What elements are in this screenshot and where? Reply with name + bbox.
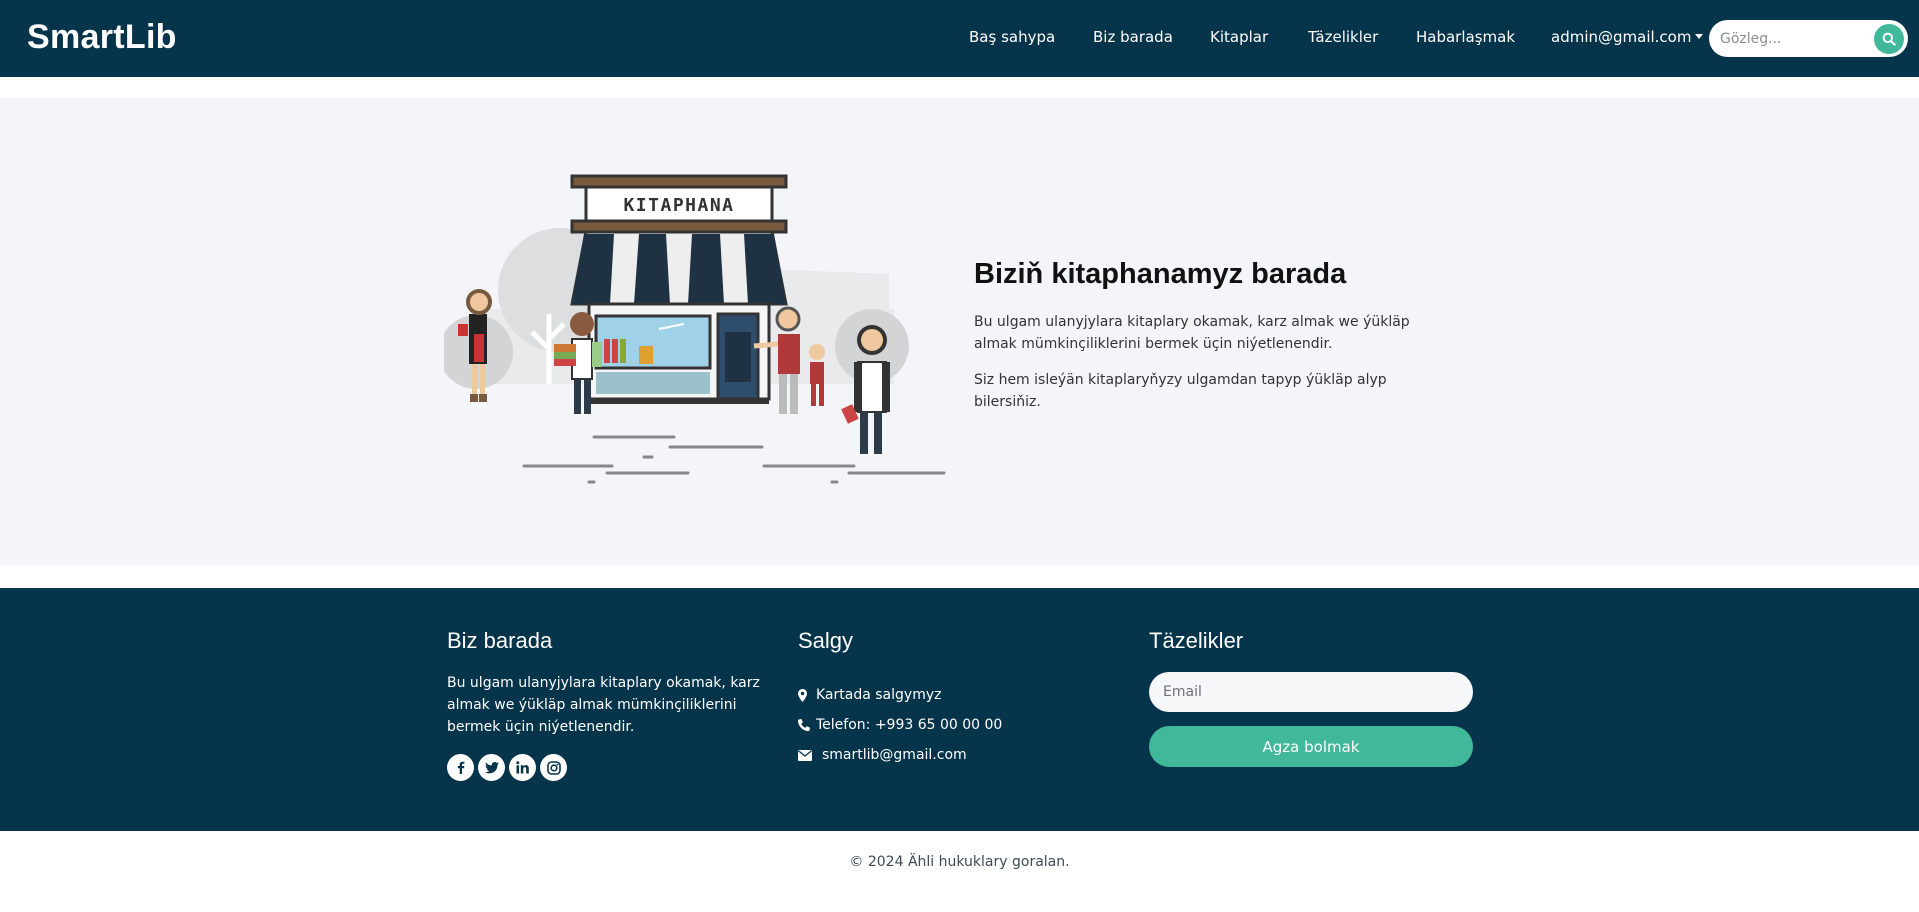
footer-contact-title: Salgy [798, 628, 854, 653]
contact-address[interactable]: Kartada salgymyz [798, 687, 941, 703]
newsletter-email-input[interactable] [1149, 672, 1473, 712]
navbar: SmartLib Baş sahypa Biz barada Kitaplar … [0, 0, 1919, 77]
contact-email-text: smartlib@gmail.com [822, 747, 967, 763]
nav-books[interactable]: Kitaplar [1210, 28, 1268, 46]
library-illustration: KITAPHANA [444, 174, 946, 484]
facebook-link[interactable] [447, 754, 474, 781]
about-title: Biziň kitaphanamyz barada [974, 258, 1347, 290]
search-icon [1882, 32, 1896, 46]
nav-contact[interactable]: Habarlaşmak [1416, 28, 1515, 46]
contact-email[interactable]: smartlib@gmail.com [798, 747, 967, 763]
map-marker-icon [798, 688, 807, 702]
copyright-text: © 2024 Ähli hukuklary goralan. [849, 854, 1070, 870]
search-button[interactable] [1874, 24, 1904, 54]
brand-logo[interactable]: SmartLib [27, 18, 177, 57]
search-input[interactable] [1709, 20, 1859, 57]
twitter-icon [484, 761, 499, 773]
about-paragraph-2: Siz hem isleýän kitaplaryňyzy ulgamdan t… [974, 372, 1387, 410]
caret-down-icon [1695, 34, 1704, 39]
search-box [1709, 20, 1908, 57]
contact-address-text: Kartada salgymyz [816, 687, 942, 703]
phone-icon [798, 719, 810, 731]
instagram-link[interactable] [540, 754, 567, 781]
footer-about-text: Bu ulgam ulanyjylara kitaplary okamak, k… [447, 675, 760, 735]
contact-phone: Telefon: +993 65 00 00 00 [798, 717, 1002, 733]
footer-news-title: Täzelikler [1149, 628, 1244, 653]
user-dropdown[interactable]: admin@gmail.com [1551, 28, 1704, 46]
envelope-icon [798, 749, 812, 761]
linkedin-link[interactable] [509, 754, 536, 781]
about-section: KITAPHANA Biziň kitaphanamyz barada Bu u… [0, 98, 1919, 565]
footer-about-title: Biz barada [447, 628, 553, 653]
facebook-icon [457, 761, 464, 774]
nav-home[interactable]: Baş sahypa [969, 28, 1055, 46]
nav-news[interactable]: Täzelikler [1308, 28, 1378, 46]
linkedin-icon [516, 761, 529, 774]
contact-phone-text: Telefon: +993 65 00 00 00 [816, 717, 1003, 733]
instagram-icon [546, 760, 561, 775]
subscribe-button[interactable]: Agza bolmak [1149, 726, 1473, 767]
library-sign: KITAPHANA [623, 195, 734, 216]
nav-about[interactable]: Biz barada [1093, 28, 1173, 46]
footer: Biz barada Bu ulgam ulanyjylara kitaplar… [0, 588, 1919, 831]
twitter-link[interactable] [478, 754, 505, 781]
about-paragraph-1: Bu ulgam ulanyjylara kitaplary okamak, k… [974, 314, 1410, 352]
user-email: admin@gmail.com [1551, 28, 1692, 46]
